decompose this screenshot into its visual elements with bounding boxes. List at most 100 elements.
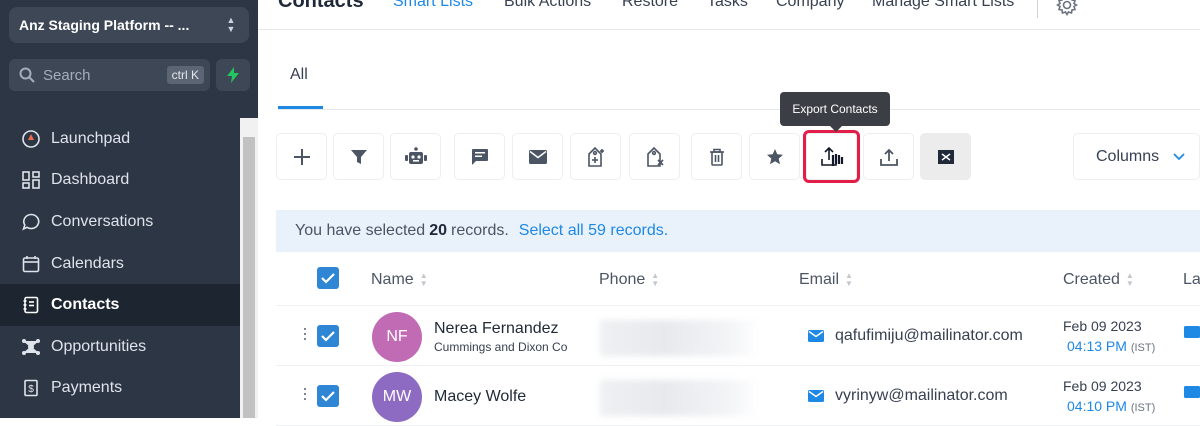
- sidebar-item-label: Payments: [51, 379, 123, 397]
- email-text: vyrinyw@mailinator.com: [835, 387, 1008, 404]
- quick-action-button[interactable]: [216, 59, 250, 91]
- columns-button[interactable]: Columns: [1073, 133, 1200, 180]
- column-header-label: Name: [371, 271, 414, 288]
- top-nav: Contacts Smart Lists Bulk Actions Restor…: [258, 0, 1200, 30]
- robot-icon: [404, 146, 427, 164]
- contact-email[interactable]: vyrinyw@mailinator.com: [808, 387, 1008, 405]
- filter-icon: [350, 149, 367, 164]
- time-value: 04:13 PM: [1067, 338, 1127, 354]
- search-shortcut: ctrl K: [166, 66, 204, 84]
- sidebar-item-label: Contacts: [51, 296, 120, 314]
- tab-all[interactable]: All: [290, 66, 308, 84]
- column-header-phone[interactable]: Phone ▲ ▼: [599, 271, 659, 289]
- selection-suffix: records.: [450, 222, 509, 239]
- email-icon: [528, 149, 547, 164]
- column-header-name[interactable]: Name ▲ ▼: [371, 271, 428, 289]
- sidebar-nav: Launchpad Dashboard Conversations Calend…: [0, 118, 240, 409]
- smart-list-tabs: All: [278, 30, 1200, 110]
- remove-tag-button[interactable]: [629, 133, 680, 180]
- delete-button[interactable]: [691, 133, 742, 180]
- table-row[interactable]: · · · MW Macey Wolfe vyrinyw@mailinator.co…: [276, 366, 1200, 426]
- row-checkbox[interactable]: [317, 325, 339, 347]
- sort-icon: ▲ ▼: [651, 271, 660, 288]
- search-input[interactable]: Search ctrl K: [9, 59, 210, 91]
- envelope-icon: [1184, 386, 1200, 398]
- check-icon: [321, 391, 335, 402]
- contact-book-icon: [20, 294, 42, 316]
- merge-button[interactable]: [920, 133, 971, 180]
- grid-icon: [20, 169, 42, 191]
- sidebar-item-contacts[interactable]: Contacts: [0, 284, 240, 326]
- favorite-button[interactable]: [749, 133, 800, 180]
- timezone: (IST): [1130, 402, 1156, 414]
- add-icon: [293, 148, 310, 165]
- automation-button[interactable]: [390, 133, 441, 180]
- export-contacts-button[interactable]: [803, 130, 860, 183]
- filter-button[interactable]: [333, 133, 384, 180]
- envelope-icon: [808, 390, 824, 402]
- tab-manage-smart-lists[interactable]: Manage Smart Lists: [872, 0, 1014, 11]
- kebab-menu-icon[interactable]: · · ·: [302, 319, 308, 347]
- timezone: (IST): [1130, 342, 1156, 354]
- tab-smart-lists[interactable]: Smart Lists: [393, 0, 473, 11]
- envelope-icon: [1184, 326, 1200, 338]
- contact-company: Cummings and Dixon Co: [434, 340, 568, 354]
- time-value: 04:10 PM: [1067, 398, 1127, 414]
- sidebar-item-dashboard[interactable]: Dashboard: [0, 160, 240, 202]
- columns-label: Columns: [1096, 147, 1160, 165]
- kebab-menu-icon[interactable]: · · ·: [302, 379, 308, 407]
- sort-icon: ▲ ▼: [1125, 271, 1134, 288]
- column-header-label: Email: [799, 271, 840, 288]
- location-switcher[interactable]: Anz Staging Platform -- ... ▲ ▼: [9, 7, 249, 43]
- phone-redacted: [600, 320, 760, 356]
- column-header-label: Phone: [599, 271, 646, 288]
- sidebar-item-payments[interactable]: $ Payments: [0, 368, 240, 410]
- sort-icon: ▲ ▼: [845, 271, 853, 288]
- tag-add-icon: [587, 146, 604, 167]
- contact-name[interactable]: Macey Wolfe: [434, 388, 526, 406]
- column-header-last[interactable]: La: [1183, 271, 1200, 289]
- sidebar-item-label: Conversations: [51, 212, 154, 230]
- tab-tasks[interactable]: Tasks: [707, 0, 748, 11]
- sidebar-item-conversations[interactable]: Conversations: [0, 201, 240, 243]
- sms-button[interactable]: [454, 133, 505, 180]
- created-date: Feb 09 2023: [1063, 378, 1142, 394]
- column-header-created[interactable]: Created ▲ ▼: [1063, 271, 1134, 289]
- created-time: 04:13 PM (IST): [1067, 338, 1155, 354]
- phone-redacted: [600, 380, 760, 416]
- sidebar-item-opportunities[interactable]: Opportunities: [0, 326, 240, 368]
- contact-email[interactable]: qafufimiju@mailinator.com: [808, 327, 1023, 345]
- column-header-email[interactable]: Email ▲ ▼: [799, 271, 853, 289]
- avatar: NF: [372, 312, 422, 362]
- check-icon: [321, 331, 335, 342]
- sidebar-scrollbar-thumb[interactable]: [243, 137, 255, 418]
- email-button[interactable]: [512, 133, 563, 180]
- contact-name[interactable]: Nerea Fernandez: [434, 320, 559, 338]
- gear-icon[interactable]: [1056, 0, 1078, 16]
- created-time: 04:10 PM (IST): [1067, 398, 1155, 414]
- created-date: Feb 09 2023: [1063, 318, 1142, 334]
- column-header-label: La: [1183, 271, 1200, 288]
- bolt-icon: [227, 67, 239, 83]
- import-button[interactable]: [863, 133, 914, 180]
- active-tab-indicator: [278, 106, 323, 109]
- add-contact-button[interactable]: [276, 133, 327, 180]
- search-icon: [19, 67, 35, 83]
- tab-restore[interactable]: Restore: [622, 0, 678, 11]
- location-name: Anz Staging Platform -- ...: [19, 17, 190, 33]
- search-placeholder: Search: [43, 66, 91, 84]
- sidebar-item-calendars[interactable]: Calendars: [0, 243, 240, 285]
- tab-bulk-actions[interactable]: Bulk Actions: [504, 0, 591, 11]
- tab-company[interactable]: Company: [776, 0, 844, 11]
- select-all-link[interactable]: Select all 59 records.: [519, 222, 668, 240]
- sidebar-item-label: Dashboard: [51, 171, 130, 189]
- row-checkbox[interactable]: [317, 385, 339, 407]
- sidebar: Anz Staging Platform -- ... ▲ ▼ Search ct…: [0, 0, 258, 418]
- sidebar-item-launchpad[interactable]: Launchpad: [0, 118, 240, 160]
- add-tag-button[interactable]: [570, 133, 621, 180]
- rocket-icon: [20, 128, 42, 150]
- select-all-checkbox[interactable]: [317, 267, 339, 289]
- payment-icon: $: [20, 377, 42, 399]
- sidebar-item-label: Calendars: [51, 254, 124, 272]
- table-row[interactable]: · · · NF Nerea Fernandez Cummings and Dixo…: [276, 306, 1200, 366]
